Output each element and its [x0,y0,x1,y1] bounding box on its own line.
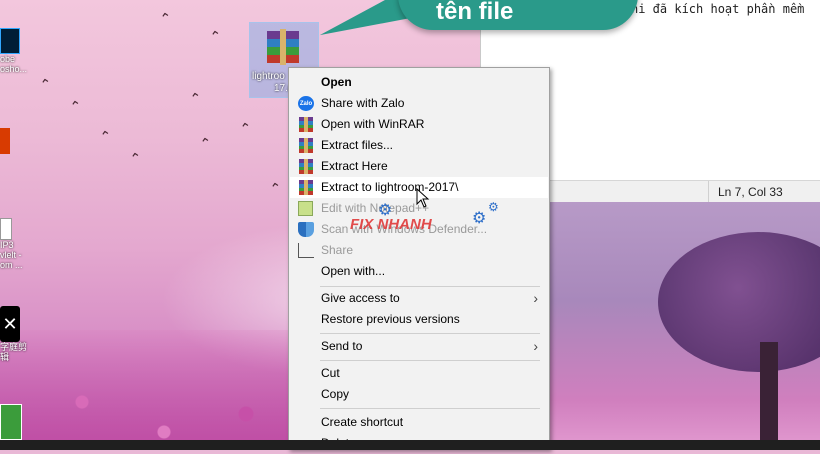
winrar-archive-icon [263,29,303,65]
desktop-icon-label: IP3 vlelt - om ... [0,240,23,270]
winrar-icon [298,138,314,153]
watermark-text: FIX NHANH [350,216,432,233]
callout-bubble: tên file [398,0,638,30]
menu-item-open-with-winrar[interactable]: Open with WinRAR [290,114,548,135]
bird-icon: ⌃ [208,27,223,45]
desktop-icon-mp3[interactable]: IP3 vlelt - om ... [0,218,30,270]
callout-text: tên file [436,0,514,25]
chevron-right-icon: › [533,290,538,306]
desktop-icon-capcut[interactable]: ✕ 字庭剪辑 [0,306,30,362]
bird-icon: ⌃ [188,89,203,107]
zalo-icon: Zalo [298,96,314,111]
menu-item-label: Share with Zalo [321,96,405,110]
winrar-icon [298,180,314,195]
capcut-icon: ✕ [0,306,20,342]
desktop-icon-label: 字庭剪辑 [0,342,28,362]
menu-separator [320,333,540,334]
notepad-icon [298,201,313,216]
bird-icon: ⌃ [238,119,253,137]
status-divider [708,181,709,203]
notepad-text-line: hi đã kích hoạt phần mềm [631,2,805,16]
photoshop-icon [0,28,20,54]
gear-icon: ⚙ [472,210,487,227]
bird-icon: ⌃ [68,97,83,115]
audio-file-icon [0,218,12,240]
office-icon [0,128,10,154]
share-icon [298,243,314,258]
menu-item-give-access-to[interactable]: Give access to › [290,288,548,309]
file-label: lightroo [252,71,285,82]
tree-trunk [760,342,778,450]
wallpaper-tree [548,202,820,450]
chevron-right-icon: › [533,338,538,354]
menu-item-label: Create shortcut [321,415,404,429]
desktop-icon-installer[interactable] [0,404,30,440]
menu-item-open-with[interactable]: Open with... [290,261,548,282]
bird-icon: ⌃ [38,75,53,93]
winrar-icon [298,117,314,132]
menu-item-create-shortcut[interactable]: Create shortcut [290,412,548,433]
menu-item-label: Give access to [321,291,400,305]
menu-item-extract-files[interactable]: Extract files... [290,135,548,156]
desktop-icon-office[interactable] [0,128,30,154]
desktop-icon-photoshop[interactable]: obe osho... [0,28,30,74]
menu-item-restore-previous-versions[interactable]: Restore previous versions [290,309,548,330]
menu-item-label: Send to [321,339,363,353]
menu-item-copy[interactable]: Copy [290,384,548,405]
defender-icon [298,222,314,237]
menu-item-send-to[interactable]: Send to › [290,336,548,357]
menu-item-label: Cut [321,366,340,380]
menu-item-label: Copy [321,387,350,401]
winrar-icon [298,159,314,174]
menu-item-label: Extract Here [321,159,388,173]
gear-icon: ⚙ [488,200,499,214]
menu-separator [320,408,540,409]
bird-icon: ⌃ [128,149,143,167]
bird-icon: ⌃ [268,179,283,197]
taskbar [0,440,820,450]
bird-icon: ⌃ [98,127,113,145]
menu-item-cut[interactable]: Cut [290,363,548,384]
menu-item-label: Restore previous versions [321,312,460,326]
menu-item-label: Extract to lightroom-2017\ [321,180,459,194]
cursor-position: Ln 7, Col 33 [718,185,783,199]
menu-item-label: Open with WinRAR [321,117,425,131]
context-menu: Open Zalo Share with Zalo Open with WinR… [288,67,550,450]
menu-separator [320,360,540,361]
installer-icon [0,404,22,440]
menu-item-label: Extract files... [321,138,394,152]
menu-item-extract-here[interactable]: Extract Here [290,156,548,177]
mouse-pointer-icon [416,188,430,208]
menu-item-share-with-zalo[interactable]: Zalo Share with Zalo [290,93,548,114]
bird-icon: ⌃ [158,9,173,27]
desktop-icon-label: obe osho... [0,54,28,74]
menu-separator [320,286,540,287]
menu-item-open[interactable]: Open [290,72,548,93]
menu-item-label: Open with... [321,264,386,278]
menu-item-label: Open [321,75,352,89]
bird-icon: ⌃ [198,134,213,152]
tree-canopy [658,232,820,372]
